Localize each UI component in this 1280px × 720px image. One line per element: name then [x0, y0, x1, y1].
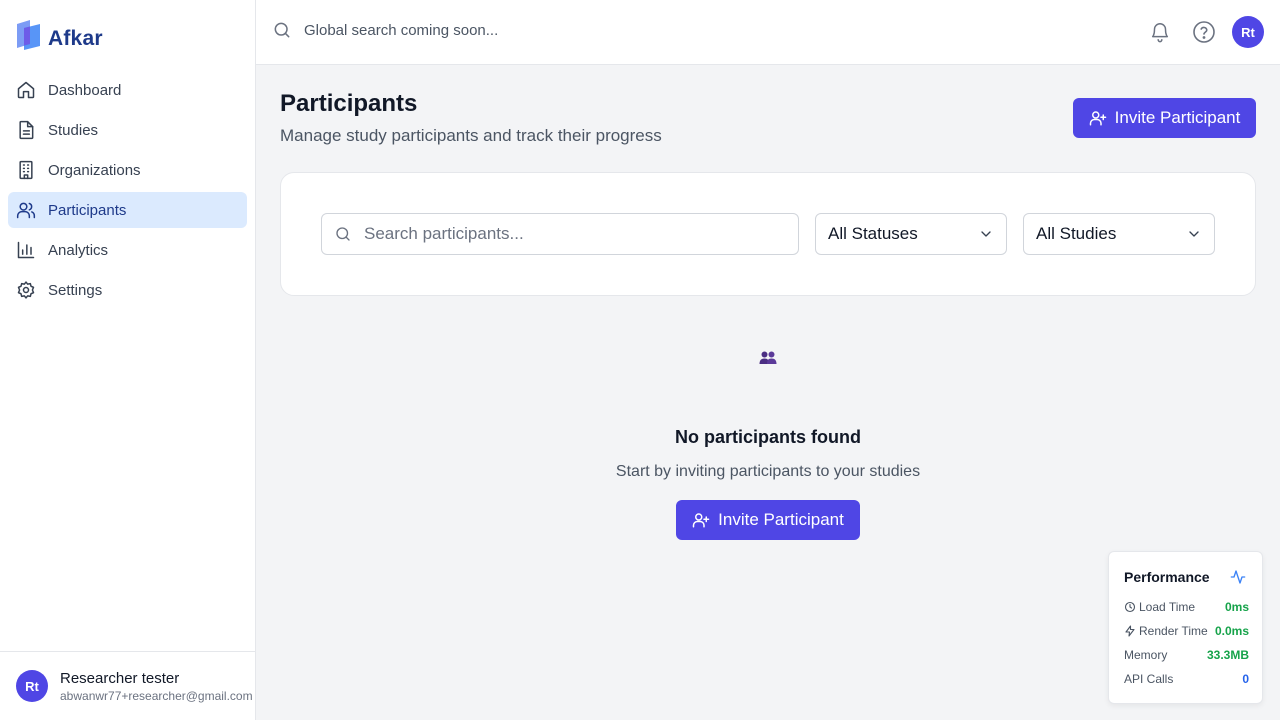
user-plus-icon: [692, 511, 710, 529]
perf-value: 33.3MB: [1206, 648, 1249, 662]
sidebar-item-organizations[interactable]: Organizations: [8, 152, 247, 188]
perf-label: Render Time: [1124, 624, 1208, 638]
afkar-logo-icon: [16, 20, 42, 57]
performance-widget: Performance Load Time 0ms Render Time 0.…: [1108, 551, 1263, 704]
perf-label-text: Load Time: [1139, 600, 1196, 614]
button-label: Invite Participant: [718, 510, 844, 529]
perf-label: Memory: [1124, 648, 1168, 662]
brand[interactable]: Afkar: [16, 20, 103, 57]
building-icon: [16, 160, 36, 180]
perf-label-text: Render Time: [1139, 624, 1208, 638]
bar-chart-icon: [16, 240, 36, 260]
sidebar-item-settings[interactable]: Settings: [8, 272, 247, 308]
home-icon: [16, 80, 36, 100]
user-profile[interactable]: Rt Researcher tester abwanwr77+researche…: [0, 651, 256, 720]
perf-label: API Calls: [1124, 672, 1174, 686]
sidebar: Afkar Dashboard Studies Organizations Pa…: [0, 0, 256, 720]
avatar: Rt: [16, 670, 48, 702]
empty-state-title: No participants found: [675, 427, 861, 447]
perf-row-memory: Memory 33.3MB: [1124, 648, 1249, 662]
sidebar-item-label: Organizations: [48, 161, 141, 179]
perf-value: 0: [1242, 672, 1249, 686]
perf-value: 0ms: [1224, 600, 1249, 614]
sidebar-item-participants[interactable]: Participants: [8, 192, 247, 228]
empty-state-text: Start by inviting participants to your s…: [615, 463, 921, 480]
clock-icon: [1124, 601, 1136, 613]
sidebar-item-label: Settings: [48, 281, 103, 299]
sidebar-item-label: Analytics: [48, 241, 109, 259]
lightning-icon: [1125, 625, 1135, 637]
perf-row-render-time: Render Time 0.0ms: [1124, 624, 1249, 638]
sidebar-item-dashboard[interactable]: Dashboard: [8, 72, 247, 108]
sidebar-item-label: Dashboard: [48, 81, 122, 99]
perf-row-api-calls: API Calls 0: [1124, 672, 1249, 686]
perf-row-load-time: Load Time 0ms: [1124, 600, 1249, 614]
sidebar-nav: Dashboard Studies Organizations Particip…: [8, 72, 247, 312]
user-email: abwanwr77+researcher@gmail.com: [60, 689, 253, 703]
sidebar-item-analytics[interactable]: Analytics: [8, 232, 247, 268]
perf-label: Load Time: [1124, 600, 1195, 614]
users-icon: [16, 200, 36, 220]
activity-icon[interactable]: [1230, 569, 1246, 590]
gear-icon: [16, 280, 36, 300]
user-name: Researcher tester: [60, 670, 180, 687]
sidebar-item-label: Participants: [48, 201, 127, 219]
sidebar-item-studies[interactable]: Studies: [8, 112, 247, 148]
brand-name: Afkar: [48, 26, 103, 50]
document-icon: [16, 120, 36, 140]
invite-participant-empty-button[interactable]: Invite Participant: [676, 500, 860, 540]
performance-title: Performance: [1124, 569, 1210, 585]
perf-value: 0.0ms: [1214, 624, 1249, 638]
sidebar-item-label: Studies: [48, 121, 99, 139]
